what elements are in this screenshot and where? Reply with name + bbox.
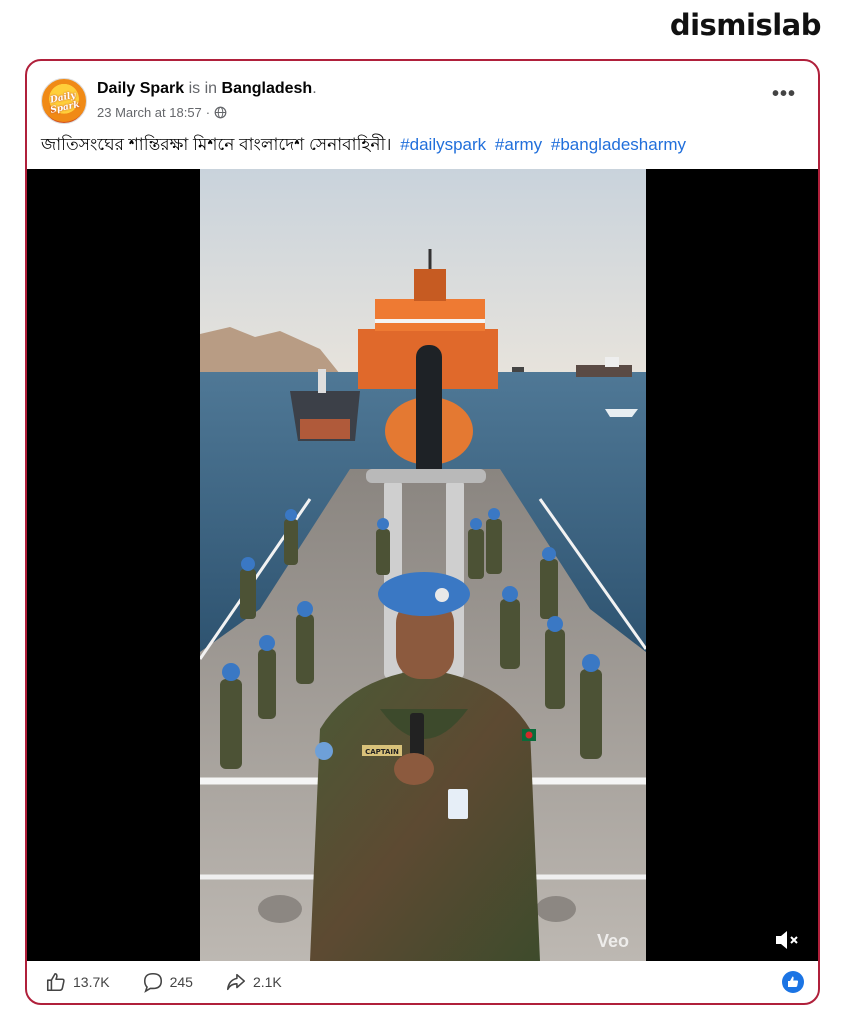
post-timestamp[interactable]: 23 March at 18:57 [97,105,202,120]
like-stat[interactable]: 13.7K [45,971,110,993]
location-link[interactable]: Bangladesh [222,80,313,97]
dismislab-logo: dismislab [669,8,822,42]
globe-icon [214,106,227,119]
page-avatar[interactable]: Daily Spark [41,78,87,124]
post-header: Daily Spark Daily Spark is in Bangladesh… [27,61,818,169]
hashtag-army[interactable]: #army [495,135,542,154]
hashtag-bangladesharmy[interactable]: #bangladesharmy [551,135,686,154]
share-stat[interactable]: 2.1K [225,971,282,993]
like-count: 13.7K [73,974,110,990]
comment-count: 245 [169,974,193,990]
is-in-text: is in [188,80,218,97]
comment-stat[interactable]: 245 [142,971,193,993]
page-name-link[interactable]: Daily Spark [97,80,184,97]
more-options-button[interactable]: ••• [772,83,796,106]
captain-name-tag: CAPTAIN [365,748,399,756]
like-reaction-icon[interactable] [782,971,804,993]
hashtag-dailyspark[interactable]: #dailyspark [400,135,486,154]
avatar-logo-text: Daily Spark [49,90,81,116]
share-count: 2.1K [252,974,282,990]
reaction-bar: 13.7K 245 2.1K [27,961,818,1003]
video-frame[interactable]: CAPTAIN [200,169,646,961]
post-meta: 23 March at 18:57 · [97,105,227,120]
comment-bubble-icon [143,972,162,993]
video-player[interactable]: CAPTAIN Veo [27,169,818,961]
thumbs-up-icon [46,972,65,992]
period: . [312,80,317,97]
post-author-line: Daily Spark is in Bangladesh. [97,80,317,98]
muted-speaker-icon[interactable] [773,927,801,953]
veo-watermark: Veo [597,931,630,951]
meta-separator: · [205,105,211,120]
post-caption: জাতিসংঘের শান্তিরক্ষা মিশনে বাংলাদেশ সেন… [41,132,686,160]
tanker-scene-image: CAPTAIN [200,169,646,961]
caption-text: জাতিসংঘের শান্তিরক্ষা মিশনে বাংলাদেশ সেন… [41,135,392,154]
facebook-post-card: Daily Spark Daily Spark is in Bangladesh… [25,59,820,1005]
share-arrow-icon [226,973,245,991]
